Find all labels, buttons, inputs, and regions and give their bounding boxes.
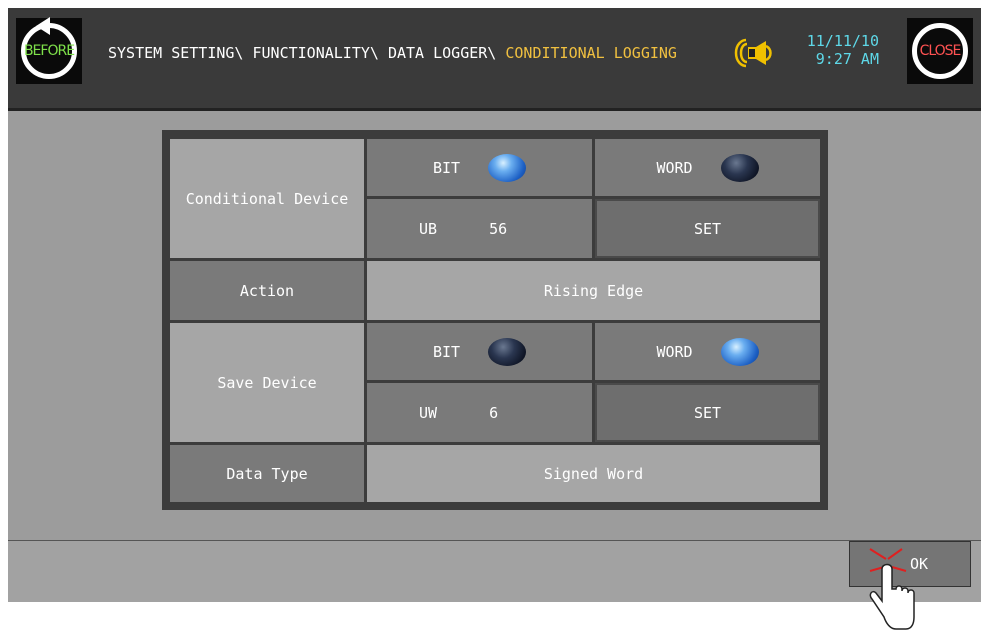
conditional-device-label: Conditional Device <box>170 139 364 258</box>
close-ring-icon: CLOSE <box>912 23 968 79</box>
conditional-set-button[interactable]: SET <box>595 199 820 258</box>
undo-arrow-icon: BEFORE <box>21 17 77 79</box>
conditional-logging-panel: Conditional Device BIT WORD UB 56 SET Ac… <box>162 130 828 510</box>
breadcrumb-current: CONDITIONAL LOGGING <box>505 44 677 62</box>
save-bit-label: BIT <box>432 342 461 361</box>
save-bit-option[interactable]: BIT <box>367 323 592 380</box>
conditional-word-label: WORD <box>656 158 693 177</box>
speaker-icon[interactable] <box>734 38 776 68</box>
title-bar: BEFORE SYSTEM SETTING\ FUNCTIONALITY\ DA… <box>8 8 981 111</box>
radio-selected-icon[interactable] <box>488 153 527 182</box>
action-value[interactable]: Rising Edge <box>367 261 820 320</box>
time-text: 9:27 AM <box>815 50 879 68</box>
breadcrumb-path: SYSTEM SETTING\ FUNCTIONALITY\ DATA LOGG… <box>108 44 506 62</box>
conditional-device-address: UB 56 <box>367 199 592 258</box>
save-device-label: Save Device <box>170 323 364 442</box>
date-text: 11/11/10 <box>806 32 879 50</box>
conditional-bit-label: BIT <box>432 158 461 177</box>
save-word-label: WORD <box>656 342 693 361</box>
status-bar <box>8 540 981 602</box>
save-device-number: 6 <box>489 403 499 422</box>
radio-selected-icon[interactable] <box>720 337 759 366</box>
data-type-value[interactable]: Signed Word <box>367 445 820 502</box>
before-button[interactable]: BEFORE <box>16 17 82 84</box>
touch-hand-icon <box>869 548 915 630</box>
conditional-device-type: UB <box>419 219 438 238</box>
breadcrumb: SYSTEM SETTING\ FUNCTIONALITY\ DATA LOGG… <box>108 44 677 62</box>
action-label: Action <box>170 261 364 320</box>
data-type-label: Data Type <box>170 445 364 502</box>
save-device-type: UW <box>419 403 438 422</box>
datetime-display: 11/11/10 9:27 AM <box>807 32 879 68</box>
close-label: CLOSE <box>919 43 962 59</box>
save-set-button[interactable]: SET <box>595 383 820 442</box>
close-button[interactable]: CLOSE <box>907 18 973 84</box>
save-device-address: UW 6 <box>367 383 592 442</box>
conditional-bit-option[interactable]: BIT <box>367 139 592 196</box>
conditional-word-option[interactable]: WORD <box>595 139 820 196</box>
radio-unselected-icon[interactable] <box>488 337 527 366</box>
before-label: BEFORE <box>23 43 75 59</box>
hmi-screen: BEFORE SYSTEM SETTING\ FUNCTIONALITY\ DA… <box>8 8 981 602</box>
conditional-device-number: 56 <box>489 219 508 238</box>
save-word-option[interactable]: WORD <box>595 323 820 380</box>
radio-unselected-icon[interactable] <box>720 153 759 182</box>
